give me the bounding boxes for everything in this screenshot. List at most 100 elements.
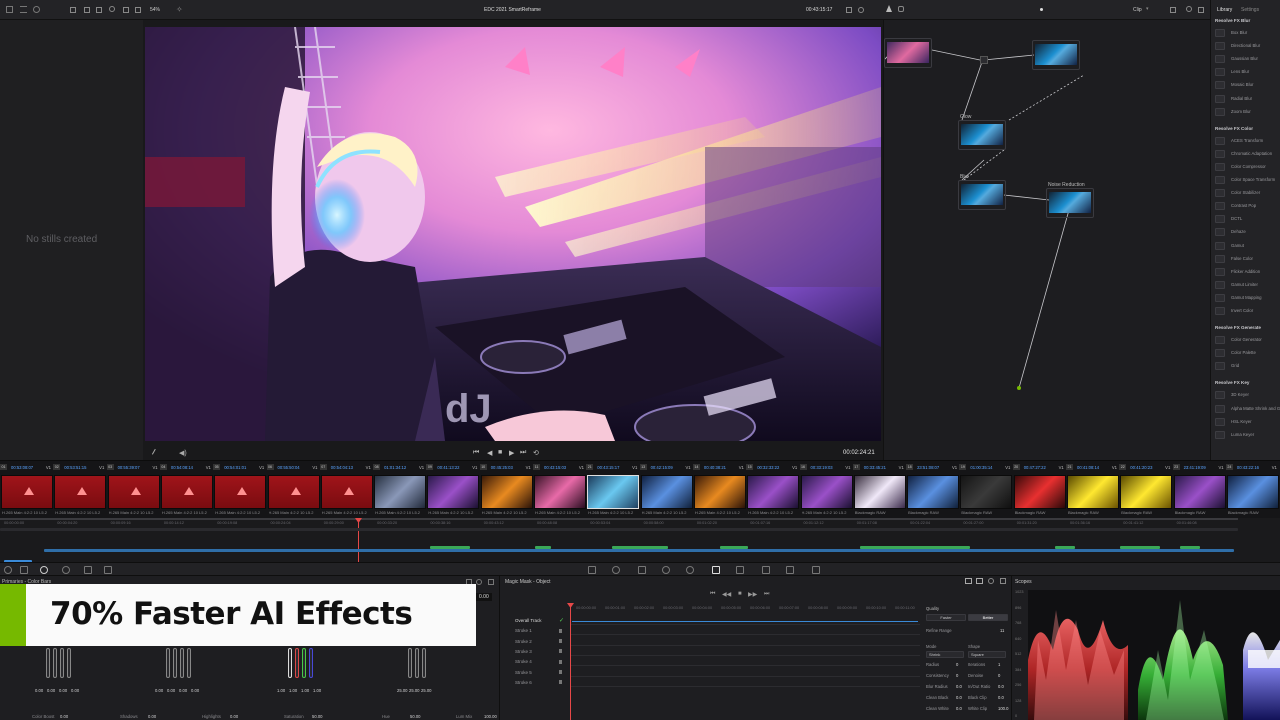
quality-value[interactable]: 0 — [956, 673, 958, 678]
clip-thumbnail[interactable] — [587, 475, 640, 509]
library-item[interactable]: Zoom Blur — [1215, 107, 1277, 117]
library-item[interactable]: Color Space Transform — [1215, 175, 1277, 185]
refine-range-value[interactable]: 11 — [1000, 628, 1004, 633]
curves-icon[interactable] — [588, 566, 596, 574]
node-blur[interactable] — [958, 180, 1006, 210]
wipe-icon[interactable] — [135, 7, 141, 13]
split-icon[interactable] — [96, 7, 102, 13]
settings-icon[interactable] — [4, 566, 12, 574]
color-bar-value[interactable]: 0.00 — [35, 688, 43, 693]
quality-value[interactable]: 0.0 — [956, 695, 962, 700]
tab-settings[interactable]: Settings — [1241, 7, 1259, 13]
timeline-clip[interactable] — [430, 546, 470, 549]
mask-view-icon[interactable] — [965, 578, 972, 584]
clip-thumbnail[interactable] — [800, 475, 853, 509]
clip-thumbnail[interactable] — [1120, 475, 1173, 509]
color-bar-slider[interactable] — [187, 648, 191, 678]
library-item[interactable]: Box Blur — [1215, 28, 1277, 38]
color-bar-slider[interactable] — [46, 648, 50, 678]
clip-thumbnail[interactable] — [534, 475, 586, 509]
search-icon[interactable] — [109, 6, 115, 12]
blur-icon[interactable] — [736, 566, 744, 574]
track-end-icon[interactable]: ⏭ — [764, 591, 769, 598]
library-item[interactable]: False Color — [1215, 254, 1277, 264]
mask-track-row[interactable] — [570, 675, 920, 677]
clip-mode-dropdown[interactable]: Clip — [1133, 7, 1142, 13]
bypass-icon[interactable] — [858, 7, 864, 13]
mode-dropdown[interactable]: Shrink — [926, 651, 964, 658]
grid-icon[interactable] — [84, 7, 90, 13]
clip-thumbnail[interactable] — [107, 475, 160, 509]
viewer-image[interactable]: dJ — [145, 27, 881, 441]
tab-library[interactable]: Library — [1217, 7, 1232, 13]
skip-back-icon[interactable]: ⏮ — [473, 449, 479, 457]
node-output[interactable] — [1032, 40, 1080, 70]
shape-dropdown[interactable]: Square — [968, 651, 1006, 658]
view-mode-icon[interactable] — [70, 7, 76, 13]
color-bar-slider[interactable] — [288, 648, 292, 678]
mask-track-row[interactable] — [570, 685, 920, 687]
stroke-lock-icon[interactable] — [559, 680, 562, 685]
clip-thumbnail[interactable] — [1226, 475, 1279, 509]
library-item[interactable]: Gamut Mapping — [1215, 293, 1277, 303]
node-editor[interactable]: Glow Blur Noise Reduction — [883, 20, 1210, 460]
quality-value[interactable]: 0.0 — [998, 684, 1004, 689]
quality-value[interactable]: 0.0 — [956, 684, 962, 689]
clip-thumbnail[interactable] — [54, 475, 107, 509]
clip-thumbnail[interactable] — [1067, 475, 1119, 509]
color-bar-slider[interactable] — [408, 648, 412, 678]
audio-icon[interactable]: ◀) — [179, 449, 187, 457]
library-item[interactable]: Gaussian Blur — [1215, 54, 1277, 64]
stroke-lock-icon[interactable] — [559, 649, 562, 654]
timeline-clip[interactable] — [1180, 546, 1200, 549]
library-item[interactable]: Luma Keyer — [1215, 430, 1277, 440]
3d-icon[interactable] — [812, 566, 820, 574]
color-bar-slider[interactable] — [53, 648, 57, 678]
chevron-down-icon[interactable]: ▾ — [1146, 6, 1149, 12]
window-icon[interactable] — [662, 566, 670, 574]
color-bar-value[interactable]: 25.00 — [397, 688, 407, 693]
library-item[interactable]: Flicker Addition — [1215, 267, 1277, 277]
clip-thumbnail[interactable] — [320, 475, 373, 509]
stop-icon[interactable]: ■ — [498, 449, 502, 456]
library-item[interactable]: Color Stabilizer — [1215, 188, 1277, 198]
highlight-icon[interactable] — [123, 7, 129, 13]
library-item[interactable]: Chromatic Adaptation — [1215, 149, 1277, 159]
library-section-title[interactable]: Resolve FX Color — [1215, 126, 1253, 131]
track-forward-icon[interactable]: ▶▶ — [748, 591, 757, 598]
track-backward-icon[interactable]: ⏮ — [710, 591, 715, 598]
color-bar-value[interactable]: 1.00 — [277, 688, 285, 693]
playhead-handle[interactable] — [355, 518, 362, 523]
mask-track-row[interactable] — [570, 634, 920, 636]
quality-value[interactable]: 0 — [998, 673, 1000, 678]
mask-track-row[interactable] — [570, 665, 920, 667]
color-bar-slider[interactable] — [422, 648, 426, 678]
clip-thumbnail[interactable] — [214, 475, 267, 509]
color-bar-value[interactable]: 0.00 — [191, 688, 199, 693]
pin-icon[interactable] — [84, 566, 92, 574]
library-item[interactable]: Gamut — [1215, 241, 1277, 251]
node-options-icon[interactable] — [1170, 7, 1176, 13]
timeline-clip[interactable] — [44, 549, 1234, 552]
library-item[interactable]: Mosaic Blur — [1215, 80, 1277, 90]
timeline-clip[interactable] — [720, 546, 748, 549]
timeline-clip[interactable] — [1120, 546, 1160, 549]
library-item[interactable]: Color Generator — [1215, 335, 1277, 345]
list-view-icon[interactable] — [20, 6, 27, 13]
clip-thumbnail[interactable] — [960, 475, 1013, 509]
library-section-title[interactable]: Resolve FX Key — [1215, 380, 1249, 385]
magic-mask-icon[interactable] — [712, 566, 720, 574]
color-bar-value[interactable]: 0.00 — [71, 688, 79, 693]
clip-thumbnail[interactable] — [640, 475, 693, 509]
timeline-clip[interactable] — [1055, 546, 1075, 549]
qualifier-icon[interactable] — [612, 566, 620, 574]
mask-track-label[interactable]: Overall Track — [515, 618, 542, 623]
mask-track-row[interactable] — [570, 644, 920, 646]
color-bar-value[interactable]: 25.00 — [409, 688, 419, 693]
node-glow[interactable] — [958, 120, 1006, 150]
color-bar-slider[interactable] — [180, 648, 184, 678]
stroke-lock-icon[interactable] — [559, 628, 562, 633]
reverse-icon[interactable]: ◀ — [487, 449, 492, 457]
mask-reset-icon[interactable] — [988, 578, 994, 584]
library-item[interactable]: Alpha Matte Shrink and Grow — [1215, 404, 1280, 414]
